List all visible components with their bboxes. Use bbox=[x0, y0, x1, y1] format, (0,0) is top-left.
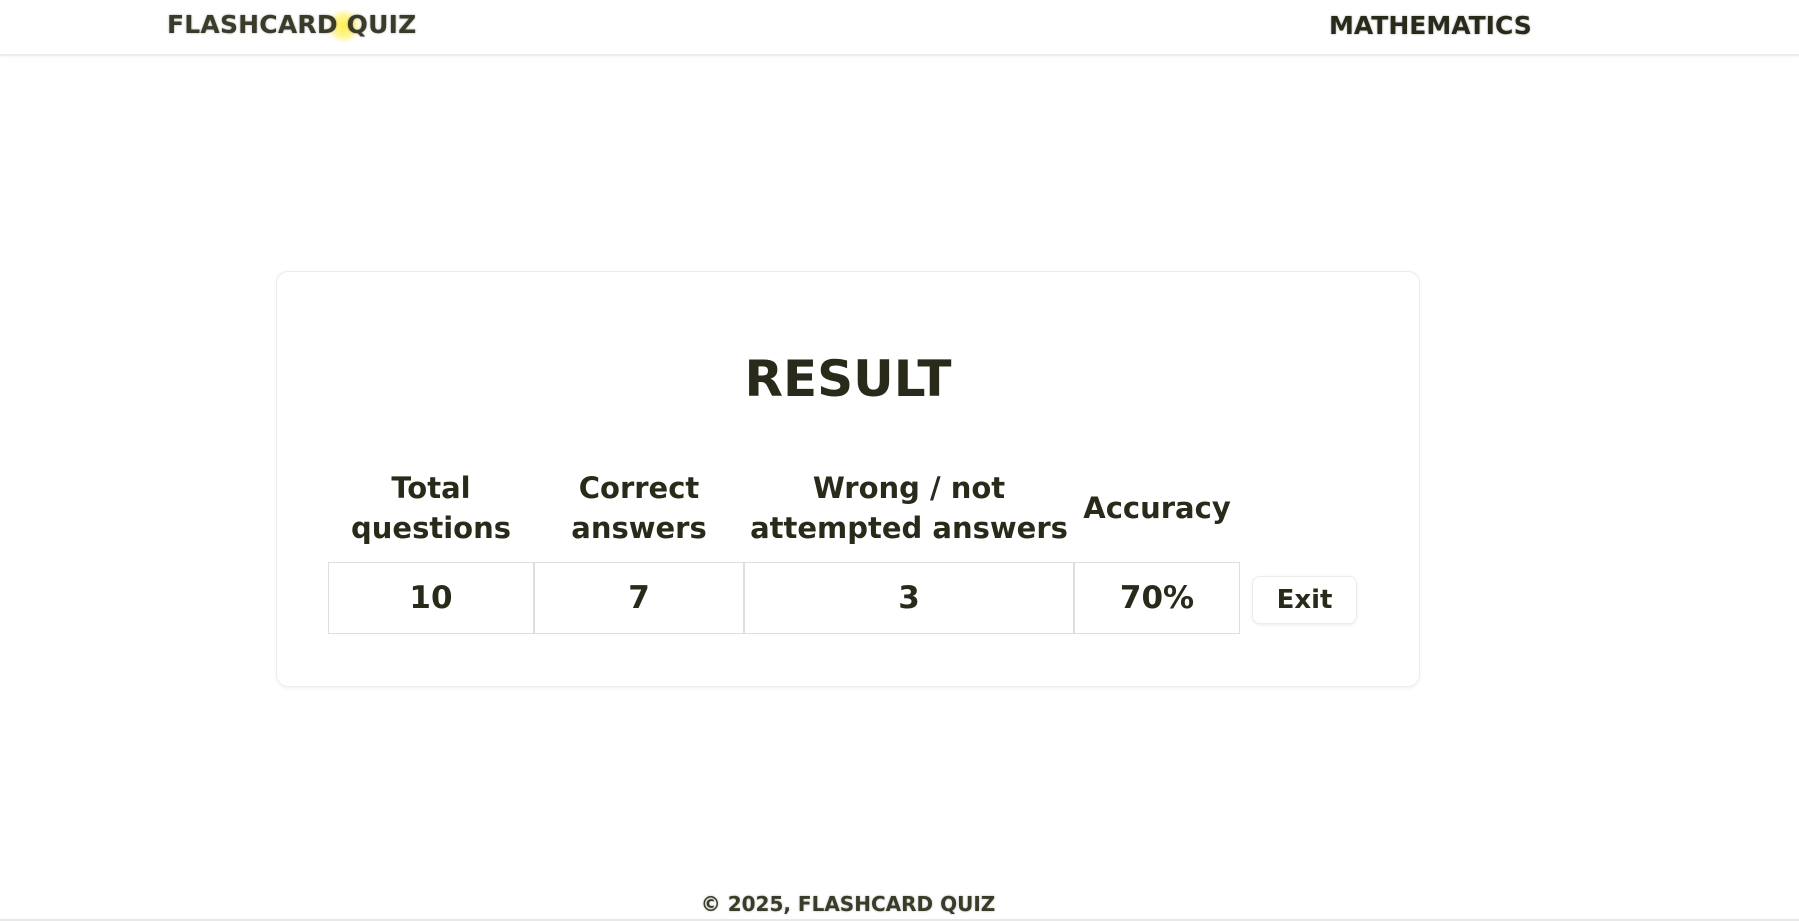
header-accuracy: Accuracy bbox=[1083, 491, 1231, 525]
header-wrong-line1: Wrong / not bbox=[812, 471, 1006, 505]
wrong-answers-value: 3 bbox=[744, 562, 1074, 634]
header-total-line2: questions bbox=[351, 511, 511, 545]
result-card: RESULT Total questions Correct answers W… bbox=[276, 271, 1420, 687]
subject-title: MATHEMATICS bbox=[1329, 11, 1532, 40]
correct-answers-value: 7 bbox=[534, 562, 744, 634]
header-wrong-line2: attempted answers bbox=[750, 511, 1068, 545]
top-navbar: FLASHCARD QUIZ MATHEMATICS bbox=[0, 0, 1799, 56]
header-correct-answers: Correct answers bbox=[534, 468, 744, 548]
result-heading: RESULT bbox=[744, 350, 952, 408]
footer-copyright: © 2025, FLASHCARD QUIZ bbox=[700, 892, 996, 916]
header-correct-line2: answers bbox=[571, 511, 707, 545]
header-correct-line1: Correct bbox=[578, 471, 700, 505]
brand-logo[interactable]: FLASHCARD QUIZ bbox=[167, 10, 416, 39]
header-total-line1: Total bbox=[391, 471, 471, 505]
total-questions-value: 10 bbox=[328, 562, 534, 634]
exit-button[interactable]: Exit bbox=[1252, 576, 1357, 624]
header-wrong-answers: Wrong / not attempted answers bbox=[744, 468, 1074, 548]
header-total-questions: Total questions bbox=[328, 468, 534, 548]
accuracy-value: 70% bbox=[1074, 562, 1240, 634]
